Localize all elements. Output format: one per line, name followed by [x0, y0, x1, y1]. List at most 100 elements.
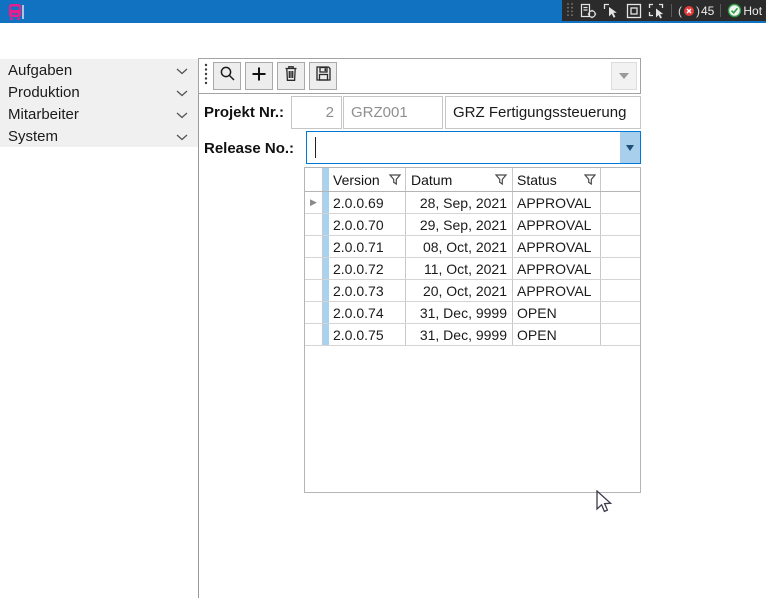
- sidebar-item-label: System: [8, 127, 59, 145]
- sidebar-menu-item[interactable]: Produktion: [0, 81, 198, 103]
- datum-cell[interactable]: 31, Dec, 9999: [406, 302, 513, 323]
- sidebar-menu-item[interactable]: Aufgaben: [0, 59, 198, 81]
- tray-grip-handle[interactable]: [566, 2, 574, 20]
- datum-cell[interactable]: 29, Sep, 2021: [406, 214, 513, 235]
- extra-cell: [601, 280, 640, 301]
- status-cell[interactable]: OPEN: [513, 324, 601, 345]
- search-icon: [219, 65, 236, 87]
- sidebar-menu: Aufgaben Produktion Mitarbeiter System: [0, 59, 198, 147]
- grid-row[interactable]: ▶ 2.0.0.70 29, Sep, 2021 APPROVAL: [305, 214, 640, 236]
- script-target-icon[interactable]: [580, 3, 597, 19]
- chevron-down-icon: [626, 144, 634, 151]
- grid-row[interactable]: ▶ 2.0.0.74 31, Dec, 9999 OPEN: [305, 302, 640, 324]
- status-cell[interactable]: APPROVAL: [513, 280, 601, 301]
- row-selector-cell[interactable]: ▶: [305, 236, 323, 257]
- project-number-field[interactable]: 2: [291, 96, 342, 129]
- row-selector-cell[interactable]: ▶: [305, 280, 323, 301]
- grid-row[interactable]: ▶ 2.0.0.75 31, Dec, 9999 OPEN: [305, 324, 640, 346]
- extra-cell: [601, 324, 640, 345]
- plus-icon: [251, 66, 267, 87]
- extra-cell: [601, 214, 640, 235]
- connection-badge-icon[interactable]: ( ) 45: [678, 4, 714, 18]
- release-number-label: Release No.:: [204, 140, 295, 157]
- release-grid: Version Datum Status ▶ 2.0.0.69 28, Sep,…: [304, 167, 641, 493]
- grid-selector-header[interactable]: [305, 168, 323, 191]
- row-selector-cell[interactable]: ▶: [305, 258, 323, 279]
- grid-row[interactable]: ▶ 2.0.0.71 08, Oct, 2021 APPROVAL: [305, 236, 640, 258]
- version-cell[interactable]: 2.0.0.74: [329, 302, 406, 323]
- datum-cell[interactable]: 31, Dec, 9999: [406, 324, 513, 345]
- remote-tray-toolbar: ( ) 45 Hot: [562, 0, 766, 21]
- row-selector-cell[interactable]: ▶: [305, 192, 323, 213]
- filter-funnel-icon[interactable]: [583, 172, 597, 188]
- sidebar-item-label: Aufgaben: [8, 61, 73, 79]
- chevron-down-icon: [176, 106, 188, 123]
- row-selector-cell[interactable]: ▶: [305, 302, 323, 323]
- titlebar-caret: [22, 5, 24, 19]
- search-button[interactable]: [213, 62, 241, 90]
- status-cell[interactable]: APPROVAL: [513, 258, 601, 279]
- chevron-down-icon: [176, 84, 188, 101]
- grid-row[interactable]: ▶ 2.0.0.69 28, Sep, 2021 APPROVAL: [305, 192, 640, 214]
- chevron-down-icon: [176, 62, 188, 79]
- extra-cell: [601, 258, 640, 279]
- release-combobox[interactable]: [306, 131, 641, 164]
- sidebar-item-label: Produktion: [8, 83, 80, 101]
- current-row-arrow-icon: ▶: [310, 197, 317, 207]
- sidebar-divider: [198, 58, 199, 598]
- main-toolbar: [198, 58, 641, 94]
- toolbar-overflow-button[interactable]: [611, 62, 637, 90]
- column-header-version[interactable]: Version: [329, 168, 406, 191]
- version-cell[interactable]: 2.0.0.70: [329, 214, 406, 235]
- version-cell[interactable]: 2.0.0.69: [329, 192, 406, 213]
- version-cell[interactable]: 2.0.0.75: [329, 324, 406, 345]
- toolbar-grip-handle[interactable]: [204, 63, 208, 90]
- floppy-disk-icon: [315, 65, 332, 87]
- filter-funnel-icon[interactable]: [494, 172, 508, 188]
- pointer-frame-icon[interactable]: [603, 3, 620, 19]
- project-number-label: Projekt Nr.:: [204, 104, 285, 121]
- center-square-icon[interactable]: [626, 3, 642, 19]
- filter-funnel-icon[interactable]: [388, 172, 402, 188]
- version-cell[interactable]: 2.0.0.71: [329, 236, 406, 257]
- grid-row[interactable]: ▶ 2.0.0.72 11, Oct, 2021 APPROVAL: [305, 258, 640, 280]
- datum-cell[interactable]: 08, Oct, 2021: [406, 236, 513, 257]
- grid-extra-header: [601, 168, 640, 191]
- grid-row[interactable]: ▶ 2.0.0.73 20, Oct, 2021 APPROVAL: [305, 280, 640, 302]
- datum-cell[interactable]: 28, Sep, 2021: [406, 192, 513, 213]
- status-check-icon[interactable]: Hot: [727, 3, 762, 18]
- status-cell[interactable]: OPEN: [513, 302, 601, 323]
- version-cell[interactable]: 2.0.0.73: [329, 280, 406, 301]
- sidebar-menu-item[interactable]: Mitarbeiter: [0, 103, 198, 125]
- column-header-status[interactable]: Status: [513, 168, 601, 191]
- column-header-datum[interactable]: Datum: [406, 168, 513, 191]
- status-cell[interactable]: APPROVAL: [513, 214, 601, 235]
- connection-count: 45: [701, 3, 715, 18]
- project-code-field[interactable]: GRZ001: [343, 96, 443, 129]
- hot-label: Hot: [743, 3, 763, 18]
- version-cell[interactable]: 2.0.0.72: [329, 258, 406, 279]
- chevron-down-icon: [619, 73, 629, 79]
- selection-pointer-icon[interactable]: [648, 3, 665, 19]
- save-button[interactable]: [309, 62, 337, 90]
- sidebar-menu-item[interactable]: System: [0, 125, 198, 147]
- text-caret: [315, 137, 316, 158]
- project-name-field[interactable]: GRZ Fertigungssteuerung: [445, 96, 641, 129]
- status-cell[interactable]: APPROVAL: [513, 192, 601, 213]
- extra-cell: [601, 302, 640, 323]
- grid-header-row: Version Datum Status: [305, 168, 640, 192]
- delete-button[interactable]: [277, 62, 305, 90]
- chevron-down-icon: [176, 128, 188, 145]
- extra-cell: [601, 236, 640, 257]
- status-cell[interactable]: APPROVAL: [513, 236, 601, 257]
- release-dropdown-button[interactable]: [620, 132, 640, 163]
- row-selector-cell[interactable]: ▶: [305, 214, 323, 235]
- mouse-cursor: [596, 489, 616, 521]
- add-button[interactable]: [245, 62, 273, 90]
- tray-separator: [671, 4, 672, 17]
- datum-cell[interactable]: 20, Oct, 2021: [406, 280, 513, 301]
- grid-body: ▶ 2.0.0.69 28, Sep, 2021 APPROVAL ▶: [305, 192, 640, 346]
- row-selector-cell[interactable]: ▶: [305, 324, 323, 345]
- datum-cell[interactable]: 11, Oct, 2021: [406, 258, 513, 279]
- tray-separator: [720, 4, 722, 17]
